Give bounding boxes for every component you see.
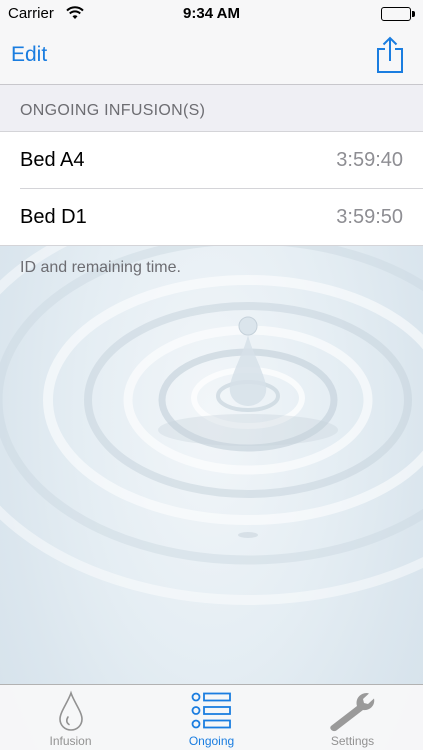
droplet-icon [56, 690, 86, 737]
infusion-id: Bed D1 [20, 206, 87, 228]
tab-label: Settings [330, 734, 375, 748]
battery-icon [381, 7, 415, 21]
infusion-row[interactable]: Bed A4 3:59:40 [0, 132, 423, 189]
section-header: ONGOING INFUSION(S) [0, 85, 423, 132]
clock-time: 9:34 AM [183, 5, 240, 22]
share-icon[interactable] [375, 36, 405, 74]
tab-infusion[interactable]: Infusion [0, 685, 141, 750]
remaining-time: 3:59:50 [336, 206, 403, 228]
infusion-id: Bed A4 [20, 149, 85, 171]
row-divider [0, 245, 423, 246]
tab-settings[interactable]: Settings [282, 685, 423, 750]
remaining-time: 3:59:40 [336, 149, 403, 171]
wrench-icon [327, 690, 379, 737]
navigation-bar: Edit [0, 28, 423, 85]
edit-button[interactable]: Edit [11, 43, 47, 67]
tab-ongoing[interactable]: Ongoing [141, 685, 282, 750]
list-icon [191, 690, 233, 737]
infusion-row[interactable]: Bed D1 3:59:50 [0, 189, 423, 246]
tab-label: Ongoing [188, 734, 235, 748]
infusion-list: Bed A4 3:59:40 Bed D1 3:59:50 [0, 132, 423, 246]
status-bar: Carrier 9:34 AM [0, 0, 423, 28]
tab-bar: Infusion Ongoing Settings [0, 684, 423, 750]
section-header-label: ONGOING INFUSION(S) [20, 102, 206, 119]
section-footer: ID and remaining time. [20, 259, 181, 276]
tab-label: Infusion [49, 734, 92, 748]
